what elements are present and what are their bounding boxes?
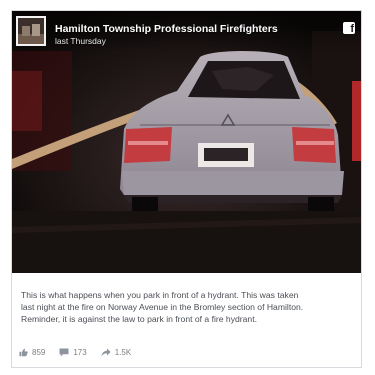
caption-line: Reminder, it is against the law to park …	[21, 314, 257, 325]
caption-line: last night at the fire on Norway Avenue …	[21, 302, 304, 313]
comment-button[interactable]: 173	[59, 347, 87, 357]
comment-icon	[59, 348, 69, 356]
facebook-icon[interactable]: f	[343, 22, 355, 34]
page-name-link[interactable]: Hamilton Township Professional Firefight…	[55, 23, 278, 35]
share-button[interactable]: 1.5K	[101, 348, 131, 357]
like-button[interactable]: 859	[19, 348, 45, 357]
facebook-post-card: Hamilton Township Professional Firefight…	[11, 10, 362, 368]
caption-line: This is what happens when you park in fr…	[21, 290, 299, 300]
post-caption: This is what happens when you park in fr…	[21, 289, 355, 326]
post-header: Hamilton Township Professional Firefight…	[12, 11, 361, 53]
share-icon	[101, 348, 111, 356]
post-actions: 859 173 1.5K	[19, 345, 145, 359]
like-count: 859	[32, 347, 46, 357]
page-avatar[interactable]	[16, 16, 46, 46]
comment-count: 173	[73, 347, 87, 357]
share-count: 1.5K	[114, 347, 132, 357]
thumbs-up-icon	[19, 348, 28, 356]
post-timestamp[interactable]: last Thursday	[55, 36, 106, 46]
avatar-image	[18, 18, 44, 44]
post-photo[interactable]: Hamilton Township Professional Firefight…	[12, 11, 361, 273]
